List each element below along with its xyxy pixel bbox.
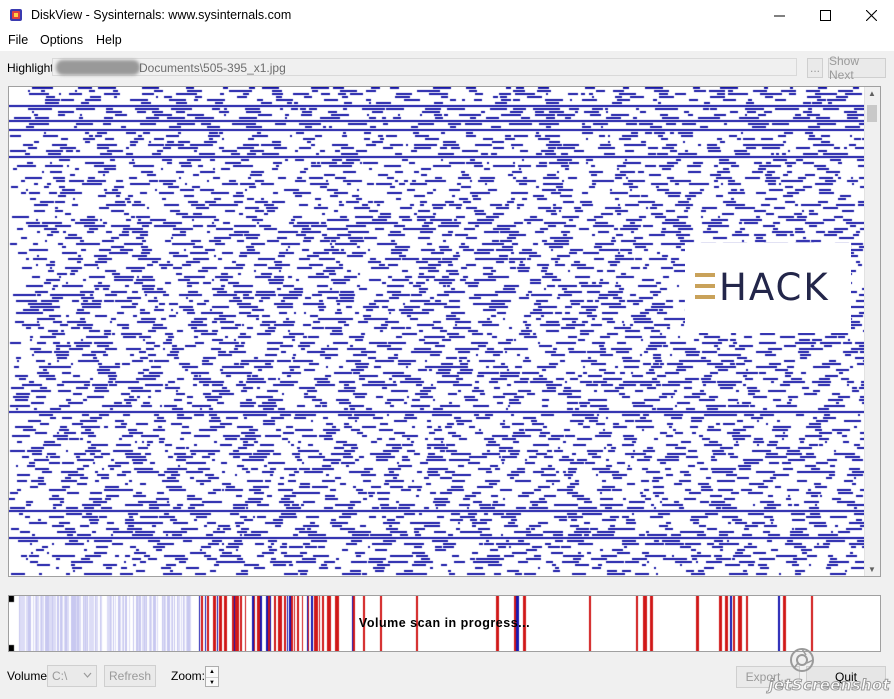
maximize-button[interactable] [802,0,848,31]
watermark: jetScreenshot [740,645,890,699]
cluster-map[interactable]: HACK ▲ ▼ [8,86,881,577]
diskview-app-icon [10,9,22,21]
scroll-thumb[interactable] [867,105,877,122]
volume-overview-bar[interactable]: Volume scan in progress... [8,595,881,652]
refresh-button[interactable]: Refresh [104,665,156,687]
zoom-down-icon[interactable]: ▼ [206,677,218,687]
maximize-icon [819,10,831,21]
camera-aperture-icon [790,648,814,672]
volume-label: Volume: [7,669,51,683]
chevron-down-icon [83,672,92,678]
menu-options[interactable]: Options [40,33,83,47]
title-bar: DiskView - Sysinternals: www.sysinternal… [0,0,894,31]
redacted-blur [56,60,140,75]
zoom-up-icon[interactable]: ▲ [206,667,218,676]
menu-bar: File Options Help [0,31,894,51]
highlight-path-text: Documents\505-395_x1.jpg [139,61,286,75]
hack-logo: HACK [685,243,851,333]
minimize-icon [773,15,785,17]
show-next-button[interactable]: Show Next [828,54,886,82]
volume-select[interactable]: C:\ [47,665,97,687]
close-button[interactable] [848,0,894,31]
map-scrollbar[interactable]: ▲ ▼ [864,87,880,576]
logo-bars-icon [695,273,715,299]
scan-status-text: Volume scan in progress... [358,616,531,630]
highlight-label: Highlight: [7,61,58,75]
browse-button[interactable]: ... [807,58,823,78]
minimize-button[interactable] [756,0,802,31]
close-icon [865,10,877,21]
volume-select-value: C:\ [52,669,68,683]
menu-file[interactable]: File [8,33,28,47]
window-title: DiskView - Sysinternals: www.sysinternal… [31,8,292,22]
watermark-text: jetScreenshot [768,676,890,695]
highlight-path-field[interactable]: Documents\505-395_x1.jpg [52,58,797,76]
zoom-spinner[interactable]: ▲ ▼ [205,666,219,687]
scroll-down-icon[interactable]: ▼ [868,565,876,574]
zoom-label: Zoom: [171,669,206,683]
scroll-up-icon[interactable]: ▲ [868,89,876,98]
logo-text: HACK [719,266,830,309]
menu-help[interactable]: Help [96,33,122,47]
